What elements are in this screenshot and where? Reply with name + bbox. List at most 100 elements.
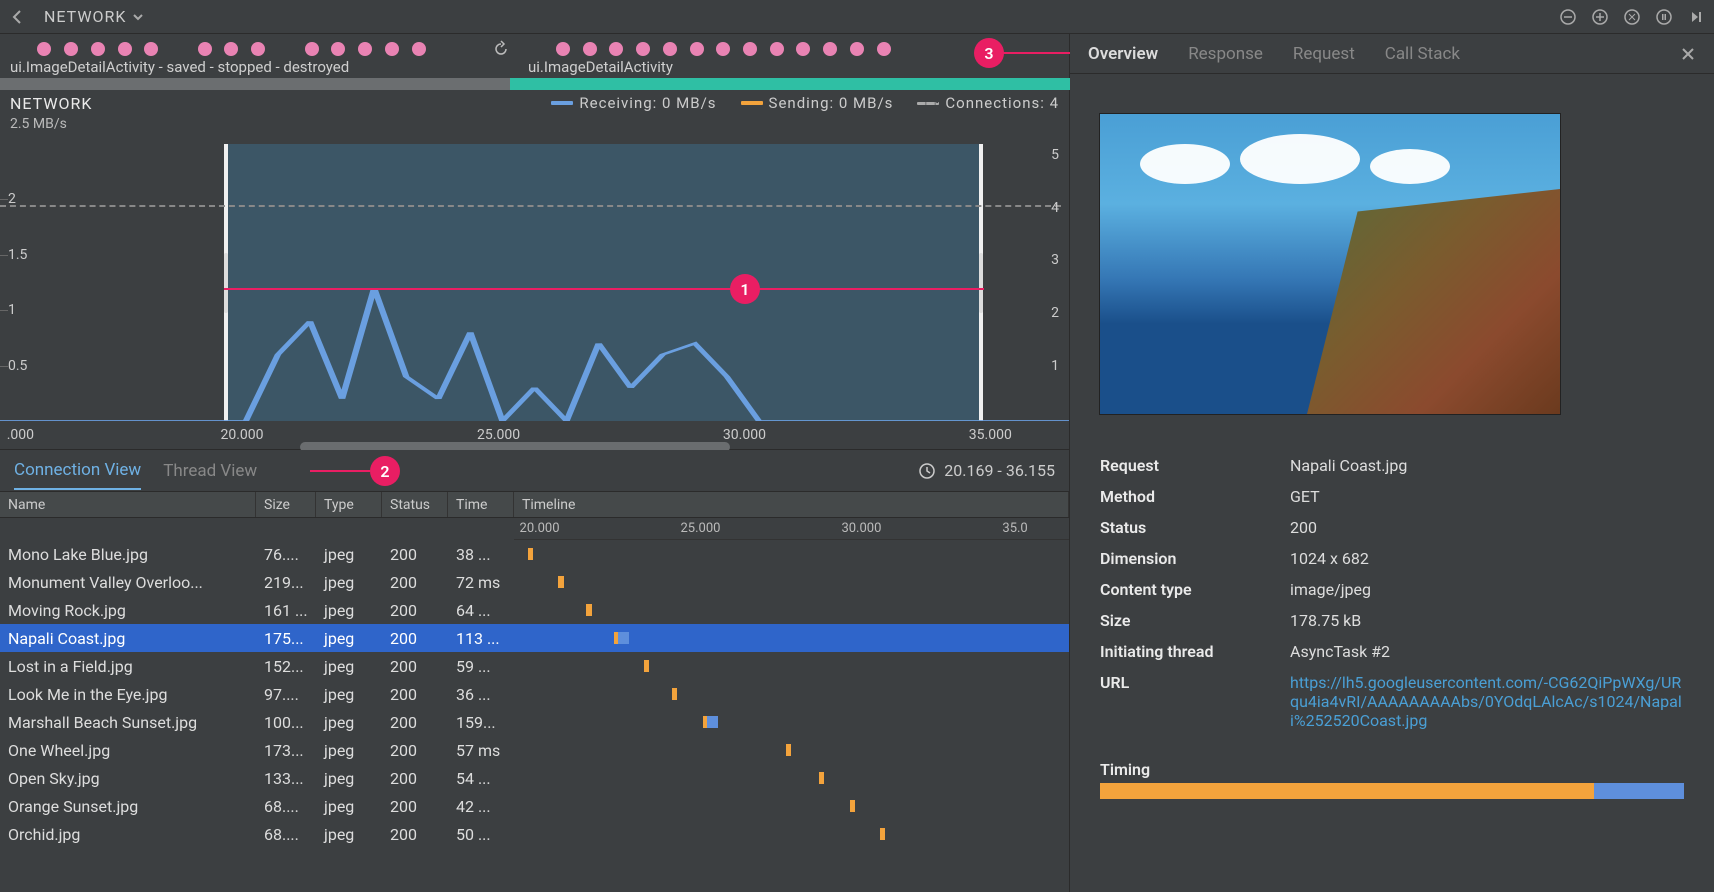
event-dot[interactable] (663, 42, 677, 56)
event-dot[interactable] (556, 42, 570, 56)
column-header-time[interactable]: Time (448, 492, 514, 517)
tab-overview[interactable]: Overview (1088, 38, 1158, 70)
field-label: Status (1100, 518, 1290, 537)
table-row[interactable]: Mono Lake Blue.jpg76....jpeg20038 ... (0, 540, 1069, 568)
event-dot[interactable] (144, 42, 158, 56)
table-row[interactable]: Marshall Beach Sunset.jpg100...jpeg20015… (0, 708, 1069, 736)
event-dot[interactable] (358, 42, 372, 56)
event-dot[interactable] (823, 42, 837, 56)
timing-section-label: Timing (1070, 742, 1714, 783)
cell-time: 54 ... (448, 769, 514, 788)
field-value: Napali Coast.jpg (1290, 456, 1684, 475)
column-header-timeline[interactable]: Timeline (514, 492, 1069, 517)
activity-label: ui.ImageDetailActivity (528, 58, 673, 76)
cell-type: jpeg (316, 657, 382, 676)
go-to-end-icon[interactable] (1684, 5, 1708, 29)
cell-timeline (514, 736, 1069, 764)
zoom-out-icon[interactable] (1556, 5, 1580, 29)
request-url-link[interactable]: https://lh5.googleusercontent.com/-CG62Q… (1290, 673, 1682, 730)
cell-status: 200 (382, 741, 448, 760)
table-row[interactable]: Open Sky.jpg133...jpeg20054 ... (0, 764, 1069, 792)
table-row[interactable]: Napali Coast.jpg175...jpeg200113 ... (0, 624, 1069, 652)
column-header-size[interactable]: Size (256, 492, 316, 517)
profiler-type-label: NETWORK (44, 7, 126, 26)
cell-time: 113 ... (448, 629, 514, 648)
cell-size: 175... (256, 629, 316, 648)
cell-timeline (514, 708, 1069, 736)
callout-badge: 1 (730, 274, 760, 304)
event-dot[interactable] (385, 42, 399, 56)
event-dot[interactable] (743, 42, 757, 56)
event-dot[interactable] (690, 42, 704, 56)
table-row[interactable]: Moving Rock.jpg161 ...jpeg20064 ... (0, 596, 1069, 624)
profiler-type-dropdown[interactable]: NETWORK (38, 7, 150, 26)
cell-size: 100... (256, 713, 316, 732)
event-dot[interactable] (305, 42, 319, 56)
table-row[interactable]: Orange Sunset.jpg68....jpeg20042 ... (0, 792, 1069, 820)
event-dot[interactable] (850, 42, 864, 56)
cell-name: Look Me in the Eye.jpg (0, 685, 256, 704)
network-chart[interactable]: NETWORK Receiving: 0 MB/s Sending: 0 MB/… (0, 90, 1069, 450)
cell-timeline (514, 540, 1069, 568)
chevron-down-icon (132, 11, 144, 23)
tab-response[interactable]: Response (1188, 38, 1263, 70)
rotate-icon (490, 38, 512, 60)
table-row[interactable]: Look Me in the Eye.jpg97....jpeg20036 ..… (0, 680, 1069, 708)
event-dot[interactable] (224, 42, 238, 56)
column-header-name[interactable]: Name (0, 492, 256, 517)
tab-thread-view[interactable]: Thread View (163, 453, 257, 489)
requests-table: Name Size Type Status Time Timeline 20.0… (0, 492, 1069, 892)
event-dot[interactable] (64, 42, 78, 56)
cell-size: 68.... (256, 797, 316, 816)
column-header-type[interactable]: Type (316, 492, 382, 517)
live-toggle-icon[interactable] (1652, 5, 1676, 29)
cell-name: Moving Rock.jpg (0, 601, 256, 620)
selection-time-range: 20.169 - 36.155 (944, 461, 1055, 480)
cell-type: jpeg (316, 629, 382, 648)
tab-call-stack[interactable]: Call Stack (1385, 38, 1460, 70)
response-preview-image (1100, 114, 1560, 414)
event-dot[interactable] (796, 42, 810, 56)
table-row[interactable]: Monument Valley Overloo...219...jpeg2007… (0, 568, 1069, 596)
cell-timeline (514, 652, 1069, 680)
tab-request[interactable]: Request (1293, 38, 1355, 70)
back-arrow-icon[interactable] (6, 5, 30, 29)
cell-size: 173... (256, 741, 316, 760)
cell-status: 200 (382, 825, 448, 844)
cell-size: 152... (256, 657, 316, 676)
tab-connection-view[interactable]: Connection View (14, 452, 141, 490)
event-dot[interactable] (198, 42, 212, 56)
cell-name: Orange Sunset.jpg (0, 797, 256, 816)
table-row[interactable]: Orchid.jpg68....jpeg20050 ... (0, 820, 1069, 848)
event-dot[interactable] (583, 42, 597, 56)
event-dot[interactable] (118, 42, 132, 56)
cell-time: 159... (448, 713, 514, 732)
event-dot[interactable] (331, 42, 345, 56)
event-dot[interactable] (770, 42, 784, 56)
event-dot[interactable] (91, 42, 105, 56)
zoom-in-icon[interactable] (1588, 5, 1612, 29)
event-dot[interactable] (412, 42, 426, 56)
cell-size: 219... (256, 573, 316, 592)
cell-name: Monument Valley Overloo... (0, 573, 256, 592)
field-value: AsyncTask #2 (1290, 642, 1684, 661)
event-dot[interactable] (251, 42, 265, 56)
event-dot[interactable] (37, 42, 51, 56)
column-header-status[interactable]: Status (382, 492, 448, 517)
table-row[interactable]: Lost in a Field.jpg152...jpeg20059 ... (0, 652, 1069, 680)
zoom-reset-icon[interactable] (1620, 5, 1644, 29)
cell-time: 50 ... (448, 825, 514, 844)
table-row[interactable]: One Wheel.jpg173...jpeg20057 ms (0, 736, 1069, 764)
legend-sending: Sending: 0 MB/s (741, 94, 894, 112)
event-dot[interactable] (877, 42, 891, 56)
event-timeline-strip[interactable]: ui.ImageDetailActivity - saved - stopped… (0, 34, 1069, 90)
callout-badge: 3 (974, 38, 1004, 68)
close-icon[interactable] (1680, 46, 1696, 62)
cell-type: jpeg (316, 713, 382, 732)
cell-time: 59 ... (448, 657, 514, 676)
event-dot[interactable] (716, 42, 730, 56)
cell-status: 200 (382, 797, 448, 816)
event-dot[interactable] (636, 42, 650, 56)
event-dot[interactable] (609, 42, 623, 56)
detail-field: RequestNapali Coast.jpg (1100, 450, 1684, 481)
